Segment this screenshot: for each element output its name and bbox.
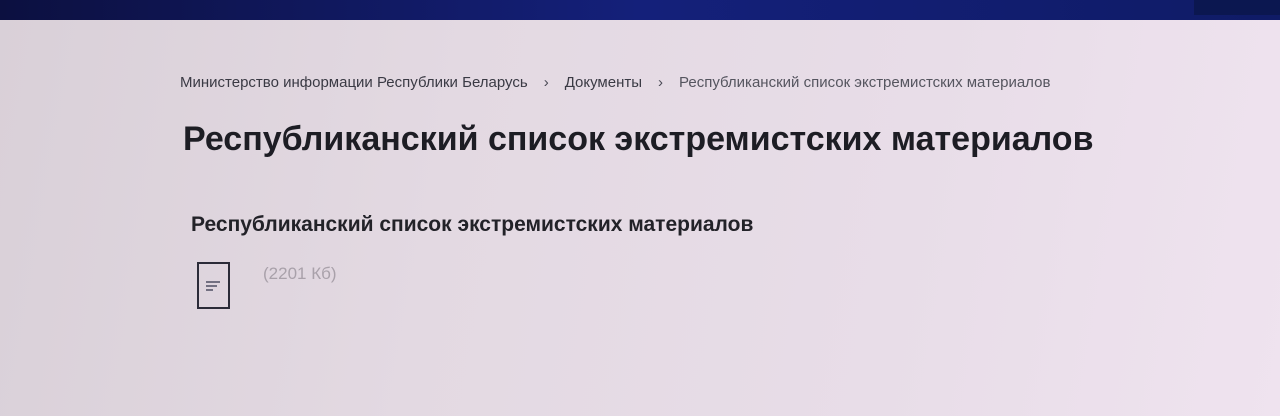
breadcrumb-separator: › (658, 74, 664, 91)
breadcrumb-separator: › (543, 74, 549, 91)
document-icon[interactable] (197, 262, 230, 309)
breadcrumb-item-ministry[interactable]: Министерство информации Республики Белар… (180, 74, 528, 91)
breadcrumb-item-documents[interactable]: Документы (565, 74, 642, 91)
file-size-label: (2201 Кб) (263, 264, 337, 283)
top-bar-end-strip (1194, 0, 1280, 15)
page-title: Республиканский список экстремистских ма… (183, 120, 1094, 158)
document-section-title: Республиканский список экстремистских ма… (191, 213, 754, 236)
breadcrumb: Министерство информации Республики Белар… (180, 74, 1050, 91)
document-file-link[interactable]: (2201 Кб) (197, 262, 337, 309)
top-navigation-bar (0, 0, 1280, 20)
breadcrumb-item-current: Республиканский список экстремистских ма… (679, 74, 1051, 91)
